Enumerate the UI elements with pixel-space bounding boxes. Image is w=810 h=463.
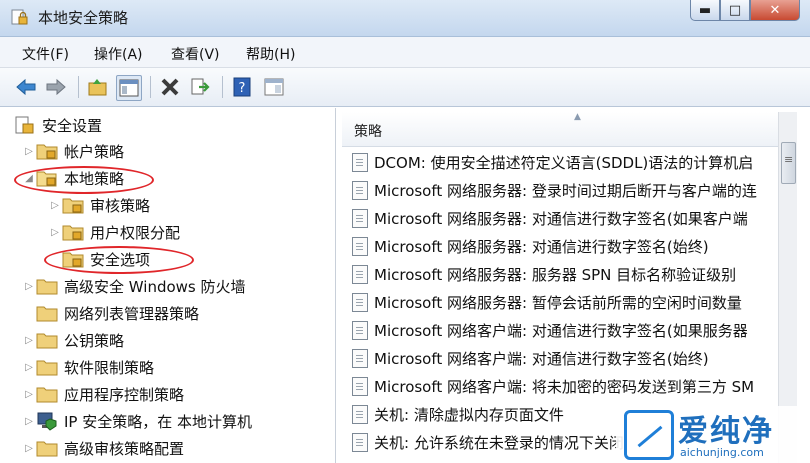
window-controls: ▬ □ ✕ [690, 0, 800, 21]
export-list-icon[interactable] [188, 75, 212, 99]
tree-item-firewall[interactable]: ▷ 高级安全 Windows 防火墙 [22, 273, 246, 299]
back-arrow-icon[interactable] [14, 75, 38, 99]
tree-item-label: 公钥策略 [64, 331, 125, 350]
menu-bar: 文件(F) 操作(A) 查看(V) 帮助(H) [0, 37, 810, 68]
forward-arrow-icon[interactable] [44, 75, 68, 99]
policy-document-icon [352, 320, 368, 340]
policy-document-icon [352, 404, 368, 424]
tree-item-label: 审核策略 [90, 196, 151, 215]
expand-arrow-icon[interactable]: ▷ [22, 362, 36, 373]
tree-item-label: 应用程序控制策略 [64, 385, 185, 404]
policy-document-icon [352, 152, 368, 172]
delete-icon[interactable] [158, 75, 182, 99]
tree-item-public-key[interactable]: ▷ 公钥策略 [22, 327, 124, 353]
policy-document-icon [352, 292, 368, 312]
scrollbar-thumb[interactable] [781, 142, 796, 184]
menu-help[interactable]: 帮助(H) [246, 44, 295, 64]
tree-item-user-rights[interactable]: ▷ 用户权限分配 [48, 219, 180, 245]
expand-arrow-icon[interactable]: ▷ [22, 281, 36, 292]
tree-item-label: 帐户策略 [64, 142, 125, 161]
tree-item-ip-security[interactable]: ▷ IP 安全策略，在 本地计算机 [22, 408, 252, 434]
expand-arrow-icon[interactable]: ▷ [48, 200, 62, 211]
list-item[interactable]: 关机: 允许系统在未登录的情况下关闭 [352, 428, 624, 456]
sort-caret-icon: ▲ [574, 112, 581, 122]
expand-arrow-icon[interactable]: ▷ [22, 146, 36, 157]
list-item[interactable]: Microsoft 网络服务器: 对通信进行数字签名(如果客户端 [352, 204, 748, 232]
policy-document-icon [352, 208, 368, 228]
list-item[interactable]: 关机: 清除虚拟内存页面文件 [352, 400, 564, 428]
tree-item-advanced-audit[interactable]: ▷ 高级审核策略配置 [22, 435, 184, 461]
list-item[interactable]: Microsoft 网络客户端: 将未加密的密码发送到第三方 SM [352, 372, 754, 400]
list-item[interactable]: Microsoft 网络服务器: 暂停会话前所需的空闲时间数量 [352, 288, 742, 316]
help-icon[interactable]: ? [230, 75, 254, 99]
policy-document-icon [352, 264, 368, 284]
locked-folder-icon [36, 141, 58, 161]
folder-icon [36, 438, 58, 458]
security-policy-icon [11, 9, 28, 25]
list-item[interactable]: Microsoft 网络服务器: 登录时间过期后断开与客户端的连 [352, 176, 757, 204]
tree-item-audit-policy[interactable]: ▷ 审核策略 [48, 192, 150, 218]
policy-document-icon [352, 432, 368, 452]
tree-item-account-policies[interactable]: ▷ 帐户策略 [22, 138, 124, 164]
folder-icon [36, 330, 58, 350]
properties-icon[interactable] [262, 75, 286, 99]
tree-item-label: IP 安全策略，在 本地计算机 [64, 412, 253, 431]
title-bar: 本地安全策略 ▬ □ ✕ [0, 0, 810, 37]
list-item[interactable]: Microsoft 网络服务器: 服务器 SPN 目标名称验证级别 [352, 260, 736, 288]
folder-icon [36, 276, 58, 296]
maximize-button[interactable]: □ [720, 0, 750, 21]
show-hide-tree-icon[interactable] [116, 75, 142, 101]
svg-text:?: ? [239, 81, 246, 96]
tree-item-label: 网络列表管理器策略 [64, 304, 200, 323]
navigation-tree: 安全设置 ▷ 帐户策略 ◢ 本地策略 ▷ 审核策略 ▷ 用户权限分配 安全选项 … [10, 108, 336, 463]
up-folder-icon[interactable] [86, 75, 110, 99]
menu-view[interactable]: 查看(V) [171, 44, 220, 64]
list-item[interactable]: Microsoft 网络服务器: 对通信进行数字签名(始终) [352, 232, 709, 260]
policy-document-icon [352, 180, 368, 200]
column-header-label: 策略 [354, 124, 382, 140]
expand-arrow-icon[interactable]: ▷ [22, 443, 36, 454]
close-button[interactable]: ✕ [750, 0, 800, 21]
tree-item-label: 高级审核策略配置 [64, 439, 185, 458]
tree-item-label: 高级安全 Windows 防火墙 [64, 277, 246, 296]
toolbar: ? [0, 68, 810, 107]
tree-item-app-control[interactable]: ▷ 应用程序控制策略 [22, 381, 184, 407]
computer-shield-icon [36, 411, 58, 431]
tree-item-label: 软件限制策略 [64, 358, 155, 377]
policy-document-icon [352, 348, 368, 368]
locked-folder-icon [62, 222, 84, 242]
minimize-button[interactable]: ▬ [690, 0, 720, 21]
menu-action[interactable]: 操作(A) [94, 44, 143, 64]
expand-arrow-icon[interactable]: ▷ [22, 416, 36, 427]
watermark: 爱纯净 aichunjing.com [616, 406, 810, 463]
tree-item-software-restriction[interactable]: ▷ 软件限制策略 [22, 354, 154, 380]
brand-logo-icon [624, 410, 674, 460]
column-header-policy[interactable]: 策略 ▲ [342, 112, 778, 147]
watermark-url: aichunjing.com [680, 446, 764, 459]
tree-item-label: 用户权限分配 [90, 223, 181, 242]
folder-icon [36, 303, 58, 323]
list-item[interactable]: Microsoft 网络客户端: 对通信进行数字签名(始终) [352, 344, 709, 372]
expand-arrow-icon[interactable]: ▷ [48, 227, 62, 238]
expand-arrow-icon[interactable]: ▷ [22, 335, 36, 346]
list-item[interactable]: DCOM: 使用安全描述符定义语言(SDDL)语法的计算机启 [352, 148, 753, 176]
watermark-brand: 爱纯净 [678, 414, 774, 449]
list-item[interactable]: Microsoft 网络客户端: 对通信进行数字签名(如果服务器 [352, 316, 748, 344]
tree-root-label: 安全设置 [42, 116, 103, 135]
folder-icon [36, 357, 58, 377]
highlight-ellipse-local-policies [14, 166, 154, 194]
expand-arrow-icon[interactable]: ▷ [22, 389, 36, 400]
policy-document-icon [352, 236, 368, 256]
tree-root[interactable]: 安全设置 [14, 112, 102, 138]
policy-document-icon [352, 376, 368, 396]
highlight-ellipse-security-options [44, 246, 194, 274]
menu-file[interactable]: 文件(F) [22, 44, 69, 64]
tree-item-network-list[interactable]: 网络列表管理器策略 [22, 300, 199, 326]
locked-folder-icon [62, 195, 84, 215]
security-settings-icon [14, 115, 36, 135]
folder-icon [36, 384, 58, 404]
window-title: 本地安全策略 [38, 9, 129, 27]
